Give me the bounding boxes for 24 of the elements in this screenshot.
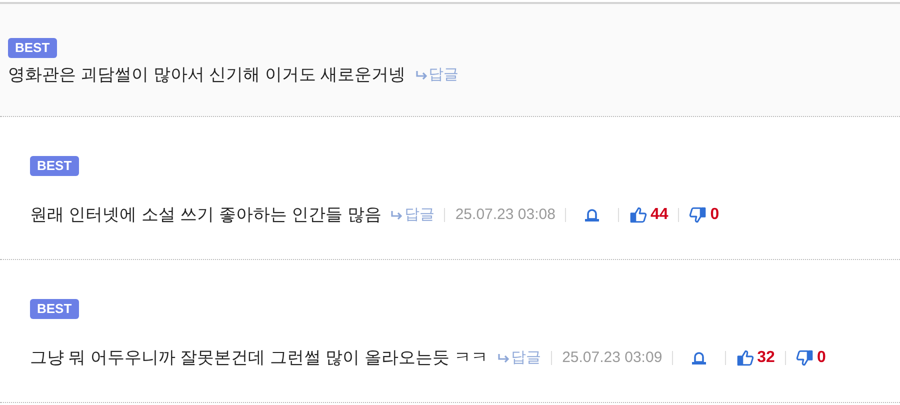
thumbs-up-icon[interactable] [629, 206, 648, 224]
best-badge: BEST [8, 38, 57, 58]
dislike-count: 0 [710, 204, 720, 225]
best-badge: BEST [30, 299, 79, 319]
comment-text: 영화관은 괴담썰이 많아서 신기해 이거도 새로운거넹 [8, 64, 406, 86]
reply-arrow-icon [498, 352, 510, 363]
reply-arrow-icon [416, 70, 428, 80]
reply-link[interactable]: 답글 [391, 204, 434, 226]
dislike-count: 0 [816, 348, 826, 368]
reply-link[interactable]: 답글 [416, 64, 459, 86]
thumbs-up-icon[interactable] [736, 348, 754, 367]
comment-date: 25.07.23 03:08 [455, 204, 556, 224]
like-count: 32 [757, 348, 775, 368]
comment-date: 25.07.23 03:09 [562, 348, 662, 368]
thumbs-down-icon[interactable] [796, 348, 814, 367]
comment-text: 그냥 뭐 어두우니까 잘못본건데 그런썰 많이 올라오는듯 ㅋㅋ [30, 347, 488, 369]
like-count: 44 [650, 204, 668, 225]
thumbs-down-icon[interactable] [689, 206, 708, 224]
report-siren-icon[interactable] [584, 208, 600, 222]
reply-link[interactable]: 답글 [498, 346, 542, 369]
comment-text: 원래 인터넷에 소설 쓰기 좋아하는 인간들 많음 [30, 204, 382, 226]
report-siren-icon[interactable] [691, 350, 708, 365]
reply-arrow-icon [391, 210, 404, 220]
best-badge: BEST [30, 156, 79, 176]
